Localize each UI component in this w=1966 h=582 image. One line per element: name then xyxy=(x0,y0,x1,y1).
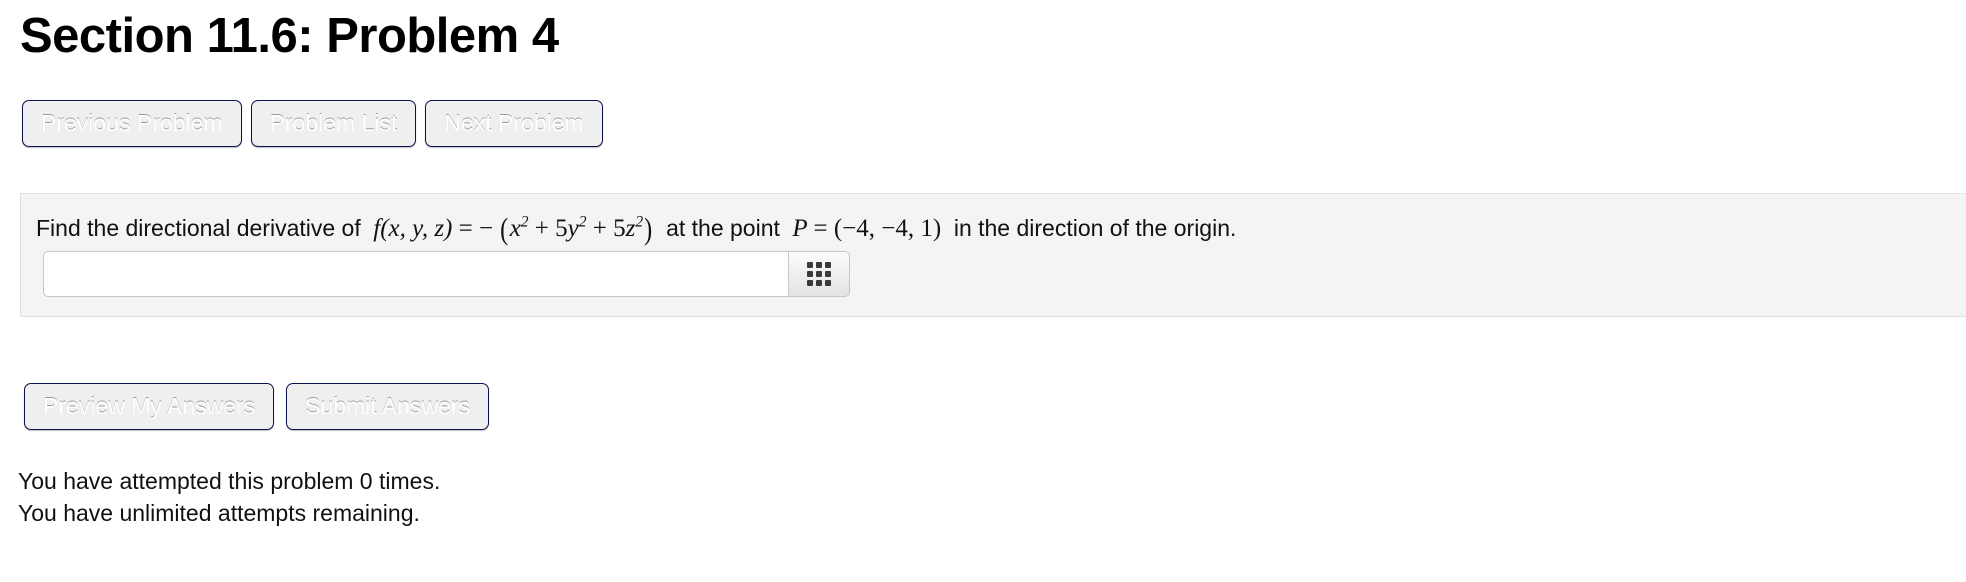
term-1-base: x xyxy=(509,215,521,242)
point-equals: = xyxy=(813,215,828,242)
attempts-status: You have attempted this problem 0 times. xyxy=(18,468,441,494)
term-2-coefficient: 5 xyxy=(555,215,568,242)
term-3-coefficient: 5 xyxy=(613,215,626,242)
plus-sign-2: + xyxy=(592,215,607,242)
preview-my-answers-button[interactable]: Preview My Answers xyxy=(24,383,275,430)
function-expression: f(x, y, z) = − (x2 + 5y2 + 5z2) xyxy=(361,211,660,246)
next-problem-button[interactable]: Next Problem xyxy=(425,100,603,147)
point-label: P xyxy=(792,215,808,242)
term-3-exponent: 2 xyxy=(635,213,644,231)
open-paren: ( xyxy=(500,211,509,246)
plus-sign-1: + xyxy=(534,215,549,242)
term-2-base: y xyxy=(567,215,579,242)
tail-text-label: in the direction of the origin. xyxy=(953,215,1237,241)
point-value: (−4, −4, 1) xyxy=(833,215,942,242)
grid-3x3-icon xyxy=(807,262,831,286)
answer-input[interactable] xyxy=(43,251,788,297)
function-args: (x, y, z) xyxy=(380,215,453,242)
term-1-exponent: 2 xyxy=(520,213,529,231)
remaining-attempts-status: You have unlimited attempts remaining. xyxy=(18,500,420,526)
problem-page: Section 11.6: Problem 4 Previous Problem… xyxy=(0,0,1966,582)
point-expression: P = (−4, −4, 1) xyxy=(780,215,948,242)
answer-row xyxy=(43,251,850,297)
problem-lead-text: Find the directional derivative of xyxy=(36,215,361,241)
problem-tail-text: in the direction of the origin. xyxy=(947,215,1237,241)
previous-problem-button[interactable]: Previous Problem xyxy=(22,100,242,147)
problem-list-button[interactable]: Problem List xyxy=(250,100,417,147)
function-equals: = xyxy=(458,215,473,242)
page-title: Section 11.6: Problem 4 xyxy=(20,9,559,63)
submit-answers-button[interactable]: Submit Answers xyxy=(286,383,490,430)
problem-mid-text: at the point xyxy=(660,215,780,241)
function-minus-sign: − xyxy=(479,215,494,242)
term-2-exponent: 2 xyxy=(578,213,587,231)
problem-panel: Find the directional derivative of f(x, … xyxy=(20,193,1966,317)
mid-text-label: at the point xyxy=(666,215,780,241)
answer-actions: Preview My Answers Submit Answers xyxy=(24,383,490,430)
math-keypad-button[interactable] xyxy=(788,251,850,297)
problem-statement: Find the directional derivative of f(x, … xyxy=(36,210,1236,247)
close-paren: ) xyxy=(644,211,653,246)
problem-navigation: Previous Problem Problem List Next Probl… xyxy=(22,100,603,147)
term-3-base: z xyxy=(625,215,636,242)
